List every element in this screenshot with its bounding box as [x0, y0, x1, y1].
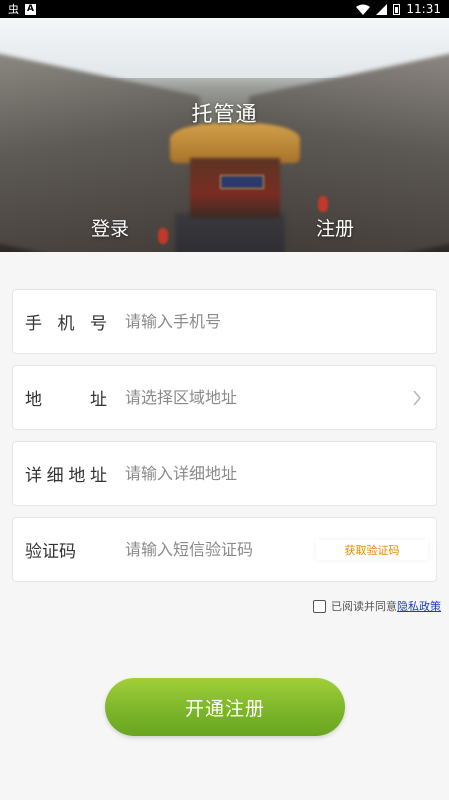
detail-address-label-char: 详: [25, 466, 42, 486]
status-bar: 虫 A 11:31: [0, 0, 449, 18]
header-banner: 托管通 登录 注册: [0, 18, 449, 252]
lantern-decoration: [158, 228, 168, 244]
phone-field: 手 机 号: [12, 289, 437, 354]
tab-login[interactable]: 登录: [91, 214, 129, 241]
address-label: 地 址: [25, 385, 125, 410]
register-form: 手 机 号 地 址 详 细 地 址 验证码 获取验证码: [12, 289, 437, 593]
detail-address-label: 详 细 地 址: [25, 461, 125, 486]
banner-tower-roof: [170, 123, 300, 163]
address-select[interactable]: [125, 377, 424, 418]
wifi-icon: [356, 4, 371, 15]
bug-app-icon: 虫: [8, 3, 19, 16]
chevron-right-icon: [413, 390, 421, 406]
address-label-char: 址: [90, 390, 107, 410]
get-code-button[interactable]: 获取验证码: [316, 540, 428, 560]
detail-address-field: 详 细 地 址: [12, 441, 437, 506]
detail-address-label-char: 地: [68, 466, 86, 486]
status-time: 11:31: [406, 2, 441, 16]
address-field[interactable]: 地 址: [12, 365, 437, 430]
phone-label-char: 手: [25, 314, 42, 334]
address-label-char: 地: [25, 390, 42, 410]
register-button[interactable]: 开通注册: [105, 678, 345, 736]
tab-register[interactable]: 注册: [316, 214, 354, 241]
code-label: 验证码: [25, 542, 76, 562]
code-field: 验证码 获取验证码: [12, 517, 437, 582]
signal-icon: [376, 3, 388, 15]
agreement-checkbox[interactable]: [313, 599, 326, 613]
detail-address-label-char: 细: [46, 466, 64, 486]
detail-address-input[interactable]: [125, 453, 424, 494]
app-title: 托管通: [191, 102, 258, 126]
phone-input[interactable]: [125, 301, 424, 342]
a-notification-icon: A: [25, 3, 36, 15]
phone-label-char: 机: [57, 314, 75, 334]
battery-icon: [393, 3, 401, 15]
status-left: 虫 A: [8, 1, 36, 17]
phone-label: 手 机 号: [25, 309, 125, 334]
detail-address-label-char: 址: [89, 466, 107, 486]
agreement-text: 已阅读并同意: [331, 600, 397, 613]
phone-label-char: 号: [90, 314, 107, 334]
banner-street: [175, 213, 285, 252]
privacy-policy-link[interactable]: 隐私政策: [397, 598, 441, 614]
banner-sign: [220, 175, 264, 189]
agreement-row: 已阅读并同意 隐私政策: [313, 598, 441, 614]
lantern-decoration: [318, 196, 328, 212]
status-right: 11:31: [356, 2, 441, 16]
